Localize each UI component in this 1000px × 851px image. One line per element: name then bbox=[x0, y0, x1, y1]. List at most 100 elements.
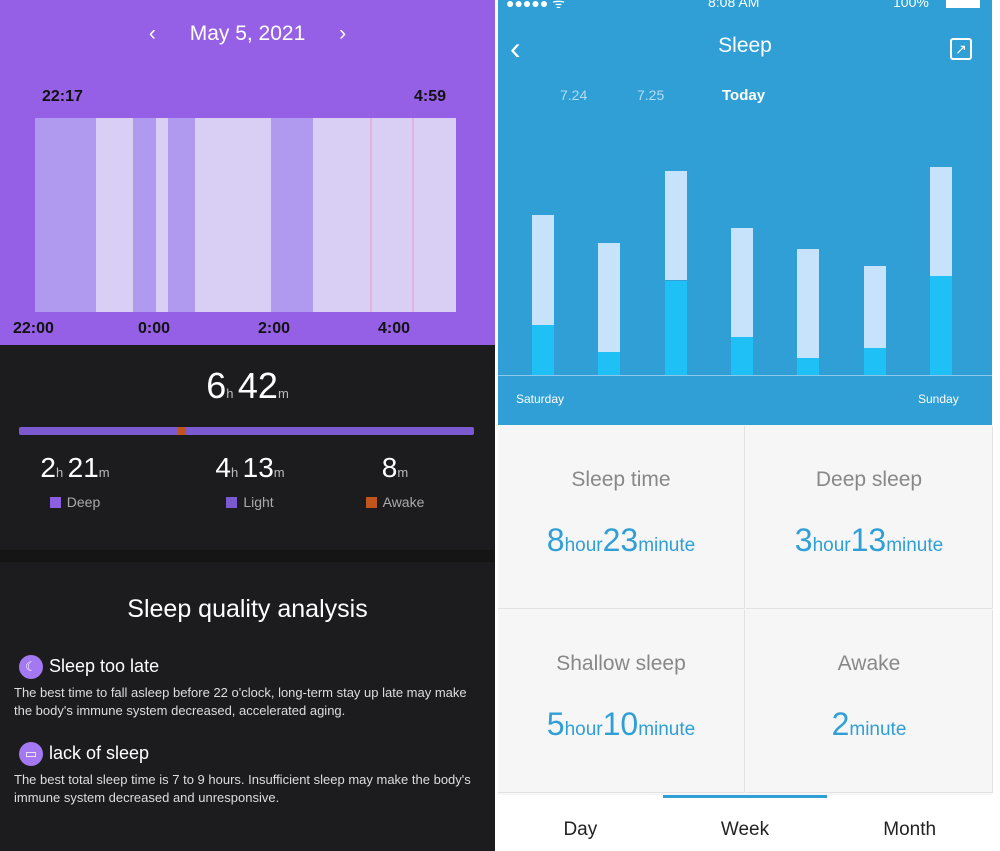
bar-light-sleep bbox=[664, 171, 687, 281]
date-tab[interactable]: 7.25 bbox=[637, 87, 664, 103]
unit: minute bbox=[638, 535, 696, 556]
legend-swatch bbox=[365, 497, 377, 508]
stage-segment-light bbox=[156, 118, 168, 312]
sleep-timeline-header: ‹ May 5, 2021 › 22:17 4:59 22:00 0:00 2:… bbox=[0, 0, 495, 345]
bar-light-sleep bbox=[598, 242, 621, 352]
right-phone-screen: ●●●●● ᯤ 8:08 AM 100% ‹ Sleep ↗ 7.24 7.25… bbox=[498, 0, 993, 851]
total-sleep: 6h 42m bbox=[0, 365, 495, 407]
tab-week[interactable]: Week bbox=[662, 795, 828, 851]
end-time: 4:59 bbox=[414, 88, 447, 105]
bar-deep-sleep bbox=[598, 351, 621, 375]
summary-cell: Deep sleep 3hour13minute bbox=[746, 426, 993, 609]
stage-segment-light bbox=[372, 118, 412, 312]
stage-segment-deep bbox=[133, 118, 157, 312]
date-label: May 5, 2021 bbox=[189, 22, 306, 45]
unit: h bbox=[55, 465, 64, 480]
share-icon[interactable]: ↗ bbox=[950, 38, 972, 60]
total-minutes: 42 bbox=[237, 365, 278, 406]
stage-segment-light bbox=[414, 118, 456, 312]
item-text: The best time to fall asleep before 22 o… bbox=[14, 685, 467, 718]
summary-cell: Awake 2minute bbox=[746, 610, 993, 793]
axis-label: 4:00 bbox=[378, 320, 411, 337]
chevron-left-icon[interactable]: ‹ bbox=[149, 22, 156, 45]
x-end-label: Sunday bbox=[918, 392, 959, 406]
date-tab-today[interactable]: Today bbox=[722, 87, 765, 104]
value: 23 bbox=[602, 522, 639, 558]
stat-minutes: 13 bbox=[242, 452, 274, 483]
x-start-label: Saturday bbox=[516, 392, 565, 406]
cell-title: Shallow sleep bbox=[556, 652, 686, 675]
stage-segment-light bbox=[195, 118, 271, 312]
start-time: 22:17 bbox=[42, 88, 83, 105]
unit: m bbox=[277, 386, 289, 401]
sleep-ratio-bar bbox=[19, 427, 474, 435]
unit: m bbox=[397, 465, 409, 480]
analysis-list: ☾ Sleep too late The best time to fall as… bbox=[14, 655, 479, 807]
item-text: The best total sleep time is 7 to 9 hour… bbox=[14, 772, 471, 805]
bar-deep-sleep bbox=[532, 324, 554, 375]
screen-title: Sleep bbox=[718, 34, 772, 57]
bar-deep-sleep bbox=[929, 276, 952, 375]
cell-title: Awake bbox=[837, 652, 901, 675]
stat-hours: 2 bbox=[40, 452, 56, 483]
value: 5 bbox=[546, 706, 565, 742]
battery-icon: ▭ bbox=[19, 742, 43, 766]
value: 3 bbox=[794, 522, 813, 558]
unit: minute bbox=[849, 719, 907, 740]
summary-cell: Shallow sleep 5hour10minute bbox=[498, 610, 745, 793]
unit: m bbox=[98, 465, 110, 480]
bar-light-sleep bbox=[532, 215, 554, 325]
sleep-week-header: ●●●●● ᯤ 8:08 AM 100% ‹ Sleep ↗ 7.24 7.25… bbox=[498, 0, 992, 425]
item-title: Sleep too late bbox=[49, 655, 160, 676]
unit: hour bbox=[564, 719, 603, 740]
unit: minute bbox=[638, 719, 696, 740]
unit: hour bbox=[564, 535, 603, 556]
item-title: lack of sleep bbox=[49, 742, 150, 763]
battery-percent: 100% bbox=[893, 0, 929, 10]
legend-swatch bbox=[226, 497, 238, 508]
signal-icon: ●●●●● ᯤ bbox=[506, 0, 565, 11]
summary-cell: Sleep time 8hour23minute bbox=[498, 426, 745, 609]
bar-deep-sleep bbox=[863, 347, 886, 375]
cell-title: Deep sleep bbox=[815, 468, 923, 491]
unit: h bbox=[230, 465, 239, 480]
tab-month[interactable]: Month bbox=[827, 795, 992, 851]
axis-label: 2:00 bbox=[258, 320, 291, 337]
bar-light-sleep bbox=[863, 265, 886, 348]
bar-light-sleep bbox=[929, 167, 952, 277]
analysis-item: ☾ Sleep too late bbox=[19, 655, 479, 679]
analysis-title: Sleep quality analysis bbox=[127, 595, 368, 623]
axis-label: 22:00 bbox=[13, 320, 54, 337]
analysis-item: ▭ lack of sleep bbox=[19, 742, 479, 766]
stat-hours: 4 bbox=[215, 452, 231, 483]
date-tab[interactable]: 7.24 bbox=[560, 87, 587, 103]
stat-1: 4h 13m Light bbox=[170, 452, 330, 510]
value: 10 bbox=[602, 706, 639, 742]
left-phone-screen: ‹ May 5, 2021 › 22:17 4:59 22:00 0:00 2:… bbox=[0, 0, 495, 851]
unit: m bbox=[273, 465, 285, 480]
bar-deep-sleep bbox=[797, 358, 820, 375]
chevron-right-icon[interactable]: › bbox=[339, 22, 346, 45]
value: 2 bbox=[831, 706, 850, 742]
date-navigator: ‹ May 5, 2021 › bbox=[0, 22, 495, 46]
value: 13 bbox=[850, 522, 887, 558]
legend-label: Awake bbox=[382, 494, 425, 510]
axis-label: 0:00 bbox=[138, 320, 171, 337]
stage-segment-deep bbox=[168, 118, 196, 312]
stage-segment-light bbox=[312, 118, 371, 312]
stage-segment-deep bbox=[270, 118, 313, 312]
tab-day[interactable]: Day bbox=[498, 795, 663, 851]
stat-2: 8m Awake bbox=[315, 452, 475, 510]
legend-label: Deep bbox=[66, 494, 101, 510]
unit: hour bbox=[812, 535, 851, 556]
awake-segment bbox=[178, 427, 186, 435]
divider bbox=[0, 550, 495, 562]
chart-baseline bbox=[498, 375, 992, 376]
period-tabs: Day Week Month bbox=[498, 795, 992, 851]
status-time: 8:08 AM bbox=[708, 0, 760, 10]
bar-deep-sleep bbox=[664, 280, 687, 375]
stat-0: 2h 21m Deep bbox=[0, 452, 155, 510]
stage-segment-light bbox=[95, 118, 134, 312]
total-hours: 6 bbox=[206, 365, 227, 406]
bar-light-sleep bbox=[797, 249, 820, 359]
